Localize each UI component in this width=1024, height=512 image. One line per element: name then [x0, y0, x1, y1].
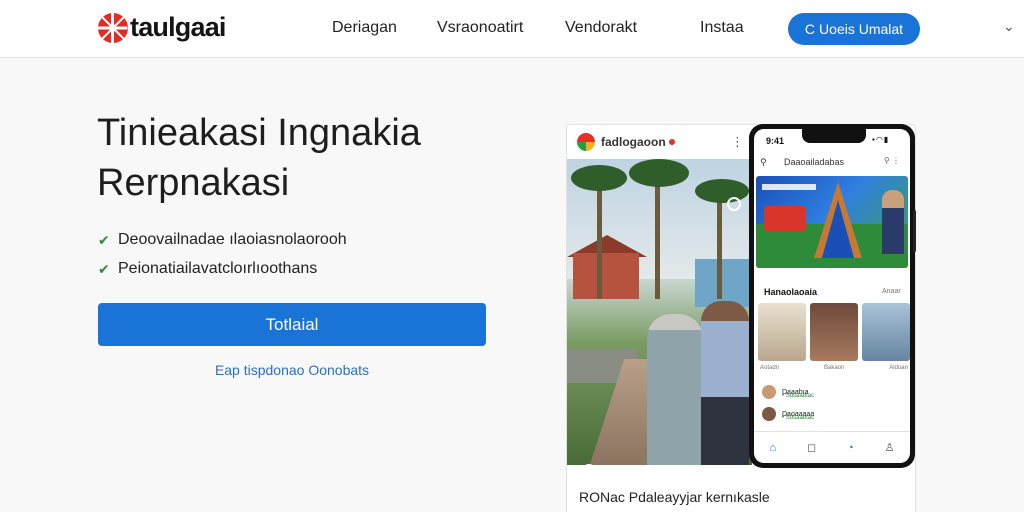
nav-item-3[interactable]: Vendorakt: [565, 19, 637, 37]
phone-section-more[interactable]: Anaar: [882, 288, 901, 295]
thumbnail-caption: Bakaon: [823, 365, 845, 371]
check-icon: ✔: [98, 231, 110, 248]
feature-text-1: Deoovailnadae ılaoiasnolaorooh: [118, 231, 347, 248]
search-icon: ⚲: [760, 156, 767, 167]
kebab-icon[interactable]: ⋮: [731, 134, 744, 150]
list-item-sub: • Sdsaabtac: [782, 415, 815, 421]
list-item-sub: • Sdsaabtac: [782, 393, 815, 399]
phone-mockup: 9:41 ▪◠▮ ⚲ Daaoailadabas ⚲ ⋮ Hanaolaoaia…: [749, 124, 915, 468]
list-item[interactable]: Daoaaaaa: [762, 403, 904, 425]
thumbnail[interactable]: [862, 303, 910, 361]
header-cta-icon: C: [804, 21, 816, 37]
feature-text-2: Peionatiailavatcloırlıoothans: [118, 260, 318, 277]
hero-photo: ♥ ◧: [567, 159, 752, 465]
phone-search-bar[interactable]: ⚲ Daaoailadabas ⚲ ⋮: [760, 153, 904, 171]
header-cta-button[interactable]: C Uoeis Umalat: [788, 13, 920, 45]
thumbnail-caption: Aldoan: [889, 365, 908, 371]
app-logo-icon: [577, 133, 595, 151]
clock-icon[interactable]: ◔: [847, 442, 854, 454]
secondary-link[interactable]: Eap tispdonao Oonobats: [98, 362, 486, 378]
avatar: [762, 407, 776, 421]
status-icons: ▪◠▮: [872, 135, 890, 144]
notification-dot: [668, 139, 675, 145]
thumbnail[interactable]: [810, 303, 858, 361]
phone-side-button: [913, 210, 916, 252]
card-brand: fadlogaoon: [601, 135, 666, 149]
primary-cta-button[interactable]: Totlaial: [98, 303, 486, 346]
phone-banner-image[interactable]: [756, 176, 908, 268]
person-figure: [647, 314, 703, 465]
thumbnail-caption: Aotadn: [760, 365, 780, 371]
list-item[interactable]: Daaabıa: [762, 381, 904, 403]
chevron-down-icon[interactable]: ⌄: [1003, 18, 1015, 35]
brand-logo-icon: [98, 12, 128, 43]
avatar: [762, 385, 776, 399]
chat-icon[interactable]: ◻: [807, 441, 816, 454]
top-header: taulgaai Deriagan Vsraonoatirt Vendorakt…: [0, 0, 1024, 58]
hero-title: Tinieakasi Ingnakia Rerpnakasi: [97, 108, 517, 208]
phone-screen: 9:41 ▪◠▮ ⚲ Daaoailadabas ⚲ ⋮ Hanaolaoaia…: [754, 129, 910, 463]
phone-tab-bar: ⌂ ◻ ◔ ♙: [754, 431, 910, 463]
status-time: 9:41: [766, 136, 785, 146]
brand-logo[interactable]: taulgaai: [98, 12, 226, 43]
hero-title-line-2: Rerpnakasi: [97, 162, 290, 204]
feature-item-2: ✔ Peionatiailavatcloırlıoothans: [98, 260, 317, 278]
thumbnail-captions: Aotadn Bakaon Aldoan: [760, 365, 908, 371]
profile-icon[interactable]: ♙: [885, 441, 895, 454]
card-caption: RONac Pdaleayyjar kernıkasle: [579, 489, 770, 505]
phone-thumbnails: [758, 303, 910, 361]
nav-item-2[interactable]: Vsraonoatirt: [437, 19, 523, 37]
nav-item-4[interactable]: Instaa: [700, 19, 744, 37]
person-figure: [701, 301, 749, 465]
thumbnail[interactable]: [758, 303, 806, 361]
hero-title-line-1: Tinieakasi Ingnakia: [97, 112, 421, 154]
nav-item-1[interactable]: Deriagan: [332, 19, 397, 37]
brand-name: taulgaai: [130, 12, 226, 42]
feature-item-1: ✔ Deoovailnadae ılaoiasnolaorooh: [98, 231, 347, 249]
kebab-icon[interactable]: ⚲ ⋮: [884, 156, 900, 165]
check-icon: ✔: [98, 260, 110, 277]
header-cta-label: Uoeis Umalat: [819, 21, 904, 37]
phone-section-title: Hanaolaoaia: [764, 287, 818, 297]
phone-search-text: Daaoailadabas: [784, 157, 845, 167]
camera-icon: [727, 197, 741, 211]
home-icon[interactable]: ⌂: [769, 442, 776, 454]
